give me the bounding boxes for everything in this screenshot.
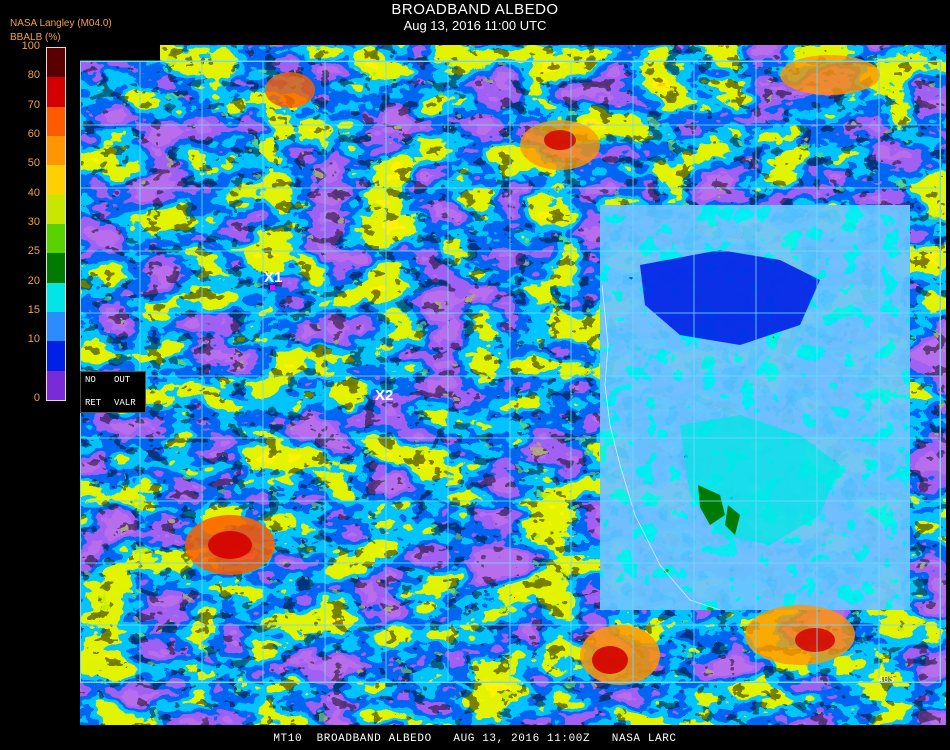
colorbar-tick-label: 25 — [27, 245, 40, 258]
colorbar-tick-label: 70 — [27, 98, 40, 111]
albedo-map-canvas — [80, 45, 946, 725]
map-timestamp: Aug 13, 2016 11:00 UTC — [403, 18, 547, 33]
out-label: OUT — [114, 375, 131, 385]
colorbar-segment — [47, 282, 65, 313]
colorbar-tick-label: 80 — [27, 69, 40, 82]
colorbar-segment — [47, 77, 65, 108]
colorbar-segment — [47, 224, 65, 254]
colorbar-segment — [47, 48, 65, 78]
colorbar-tick-label: 15 — [27, 304, 40, 316]
colorbar-segment — [47, 370, 65, 401]
marker-x2: X2 — [375, 387, 394, 404]
marker-x1: X1 — [264, 269, 283, 286]
colorbar-segment — [47, 341, 65, 372]
colorbar-tick-label: 100 — [21, 40, 40, 52]
colorbar-tick-label: 50 — [27, 157, 40, 170]
no-label: NO — [85, 375, 96, 385]
valr-label: VALR — [114, 398, 136, 408]
colorbar-tick-label: 10 — [27, 333, 40, 346]
grid-label-40s: 40S — [878, 675, 895, 685]
albedo-colorbar — [46, 47, 66, 401]
colorbar-segment — [47, 253, 65, 284]
colorbar-tick-label: 40 — [27, 186, 40, 199]
map-title: BROADBAND ALBEDO — [391, 1, 559, 18]
marker-x1-dot — [270, 285, 275, 290]
ret-label: RET — [85, 398, 102, 408]
no-data-legend: NO OUT RET VALR — [80, 371, 146, 413]
data-source-label: NASA Langley (M04.0) — [10, 18, 112, 29]
albedo-map — [80, 45, 946, 725]
colorbar-segment — [47, 106, 65, 137]
colorbar-tick-label: 0 — [33, 392, 40, 404]
footer-caption: MT10 BROADBAND ALBEDO AUG 13, 2016 11:00… — [273, 733, 677, 745]
colorbar-segment — [47, 136, 65, 166]
colorbar-segment — [47, 194, 65, 225]
colorbar-tick-label: 20 — [27, 274, 40, 287]
colorbar-segment — [47, 312, 65, 342]
colorbar-tick-label: 60 — [27, 128, 40, 140]
colorbar-segment — [47, 165, 65, 196]
colorbar-tick-label: 30 — [27, 216, 40, 228]
